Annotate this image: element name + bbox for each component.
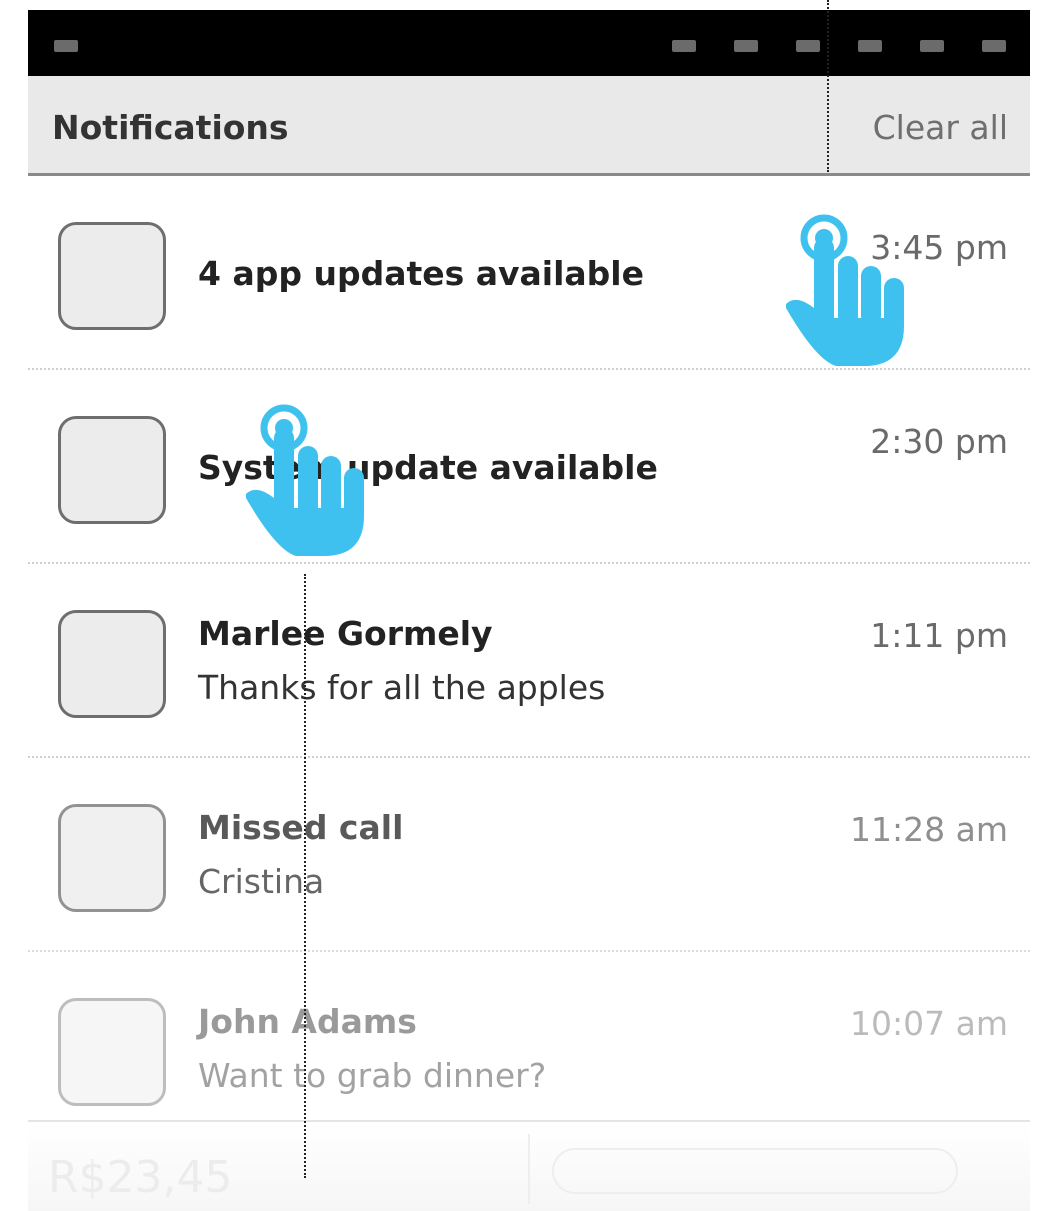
notification-title: 4 app updates available bbox=[198, 254, 644, 293]
price-label: R$23,45 bbox=[48, 1152, 233, 1203]
notification-item[interactable]: Missed call Cristina 11:28 am bbox=[28, 758, 1030, 952]
notification-message: Want to grab dinner? bbox=[198, 1056, 547, 1095]
bottom-pill bbox=[552, 1148, 958, 1194]
notification-item[interactable]: Marlee Gormely Thanks for all the apples… bbox=[28, 564, 1030, 758]
guide-line bbox=[304, 574, 306, 1178]
notification-time: 11:28 am bbox=[850, 810, 1008, 849]
notification-message: Thanks for all the apples bbox=[198, 668, 606, 707]
hand-tap-icon bbox=[246, 404, 364, 556]
avatar bbox=[58, 998, 166, 1106]
status-bar bbox=[28, 10, 1030, 76]
notification-screen: Notifications Clear all 4 app updates av… bbox=[28, 10, 1030, 1211]
notifications-header: Notifications Clear all bbox=[28, 76, 1030, 176]
avatar bbox=[58, 804, 166, 912]
notification-title: Missed call bbox=[198, 808, 404, 847]
status-icon bbox=[858, 40, 882, 52]
notification-time: 1:11 pm bbox=[870, 616, 1008, 655]
avatar bbox=[58, 610, 166, 718]
hand-tap-icon bbox=[786, 214, 904, 366]
status-icon bbox=[982, 40, 1006, 52]
bottom-bar: R$23,45 bbox=[28, 1120, 1030, 1211]
status-icon bbox=[734, 40, 758, 52]
status-icon bbox=[54, 40, 78, 52]
status-icon bbox=[672, 40, 696, 52]
app-icon bbox=[58, 416, 166, 524]
notification-item[interactable]: System update available 2:30 pm bbox=[28, 370, 1030, 564]
guide-line bbox=[827, 0, 829, 172]
notification-item[interactable]: John Adams Want to grab dinner? 10:07 am bbox=[28, 952, 1030, 1146]
clear-all-button[interactable]: Clear all bbox=[873, 108, 1008, 147]
status-icon bbox=[796, 40, 820, 52]
notification-title: John Adams bbox=[198, 1002, 417, 1041]
status-icon bbox=[920, 40, 944, 52]
notification-title: Marlee Gormely bbox=[198, 614, 493, 653]
page-title: Notifications bbox=[52, 108, 289, 147]
app-icon bbox=[58, 222, 166, 330]
notification-time: 10:07 am bbox=[850, 1004, 1008, 1043]
divider bbox=[528, 1134, 530, 1204]
notification-time: 2:30 pm bbox=[870, 422, 1008, 461]
